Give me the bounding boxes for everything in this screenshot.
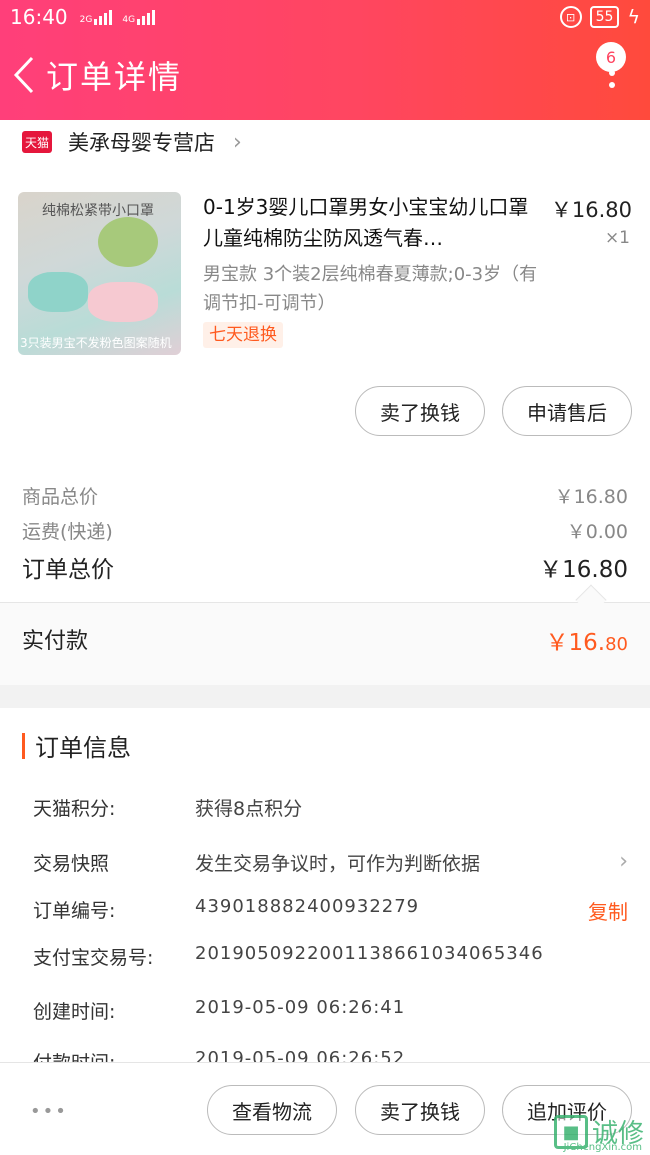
bottom-action-bar: ••• 查看物流 卖了换钱 追加评价 ■ 诚修 JiChengXin.com — [0, 1062, 650, 1155]
goods-total-value: ￥16.80 — [554, 486, 628, 508]
product-item[interactable]: 纯棉松紧带小口罩 3只装男宝不发粉色图案随机 0-1岁3婴儿口罩男女小宝宝幼儿口… — [0, 192, 650, 362]
message-count-badge: 6 — [596, 42, 626, 72]
status-time: 16:40 — [10, 5, 68, 29]
header: 16:40 2G 4G ⊡ 55 ϟ 订单详情 6 — [0, 0, 650, 120]
return-policy-tag: 七天退换 — [203, 322, 283, 348]
status-bar: 16:40 2G 4G ⊡ 55 ϟ — [0, 0, 650, 34]
shop-name: 美承母婴专营店 — [68, 131, 215, 155]
thumbnail-caption-bottom: 3只装男宝不发粉色图案随机 — [20, 336, 172, 350]
copy-button[interactable]: 复制 — [588, 896, 628, 925]
goods-total-label: 商品总价 — [22, 486, 99, 508]
paid-section: 实付款 ￥16.80 — [0, 603, 650, 685]
charging-icon: ϟ — [627, 6, 640, 28]
order-card: 天猫 美承母婴专营店 › 纯棉松紧带小口罩 3只装男宝不发粉色图案随机 0-1岁… — [0, 120, 650, 685]
created-time-row: 创建时间: 2019-05-09 06:26:41 — [33, 997, 406, 1023]
shop-row[interactable]: 天猫 美承母婴专营店 › — [0, 120, 650, 164]
order-info-section: 订单信息 天猫积分: 获得8点积分 交易快照 发生交易争议时，可作为判断依据 ›… — [0, 708, 650, 1068]
more-horizontal-icon[interactable]: ••• — [30, 1101, 68, 1122]
product-thumbnail[interactable]: 纯棉松紧带小口罩 3只装男宝不发粉色图案随机 — [18, 192, 181, 355]
battery-icon: 55 — [589, 6, 620, 28]
paid-label: 实付款 — [22, 629, 89, 654]
tmall-logo: 天猫 — [22, 131, 52, 153]
back-arrow-icon[interactable] — [4, 40, 44, 110]
thumbnail-caption-top: 纯棉松紧带小口罩 — [42, 203, 154, 219]
product-title[interactable]: 0-1岁3婴儿口罩男女小宝宝幼儿口罩儿童纯棉防尘防风透气春… — [203, 192, 543, 254]
order-total-row: 订单总价 ￥16.80 — [22, 550, 628, 584]
after-sale-button[interactable]: 申请售后 — [502, 386, 632, 436]
alipay-number-row: 支付宝交易号: 2019050922001138661034065346 — [33, 943, 544, 969]
snapshot-row[interactable]: 交易快照 发生交易争议时，可作为判断依据 › — [33, 849, 628, 876]
paid-value: ￥16.80 — [545, 630, 628, 656]
points-row: 天猫积分: 获得8点积分 — [33, 798, 303, 820]
chevron-right-icon: › — [233, 129, 242, 155]
view-logistics-button[interactable]: 查看物流 — [207, 1085, 337, 1135]
site-watermark: ■ 诚修 JiChengXin.com — [553, 1115, 644, 1153]
sell-for-cash-button[interactable]: 卖了换钱 — [355, 386, 485, 436]
order-info-title: 订单信息 — [22, 728, 131, 763]
rotation-lock-icon: ⊡ — [559, 6, 582, 28]
product-price: ￥16.80 — [550, 198, 632, 222]
product-quantity: ×1 — [604, 228, 630, 248]
shipping-value: ￥0.00 — [566, 521, 628, 543]
signal-icon-2: 4G — [122, 9, 156, 25]
page-title: 订单详情 — [46, 58, 183, 96]
more-vertical-icon — [609, 70, 615, 94]
goods-total-row: 商品总价 ￥16.80 — [22, 482, 628, 509]
more-menu-button[interactable]: 6 — [596, 40, 630, 110]
chevron-right-icon: › — [619, 849, 628, 874]
order-total-label: 订单总价 — [22, 557, 114, 583]
order-number: 439018882400932279 — [195, 896, 420, 917]
order-total-value: ￥16.80 — [539, 557, 628, 583]
product-spec: 男宝款 3个装2层纯棉春夏薄款;0-3岁（有调节扣-可调节） — [203, 264, 538, 314]
signal-icon: 2G — [80, 9, 113, 25]
sell-for-cash-button-bottom[interactable]: 卖了换钱 — [355, 1085, 485, 1135]
order-number-row: 订单编号: 439018882400932279 复制 — [33, 896, 628, 925]
shipping-row: 运费(快递) ￥0.00 — [22, 517, 628, 544]
shipping-label: 运费(快递) — [22, 521, 113, 543]
